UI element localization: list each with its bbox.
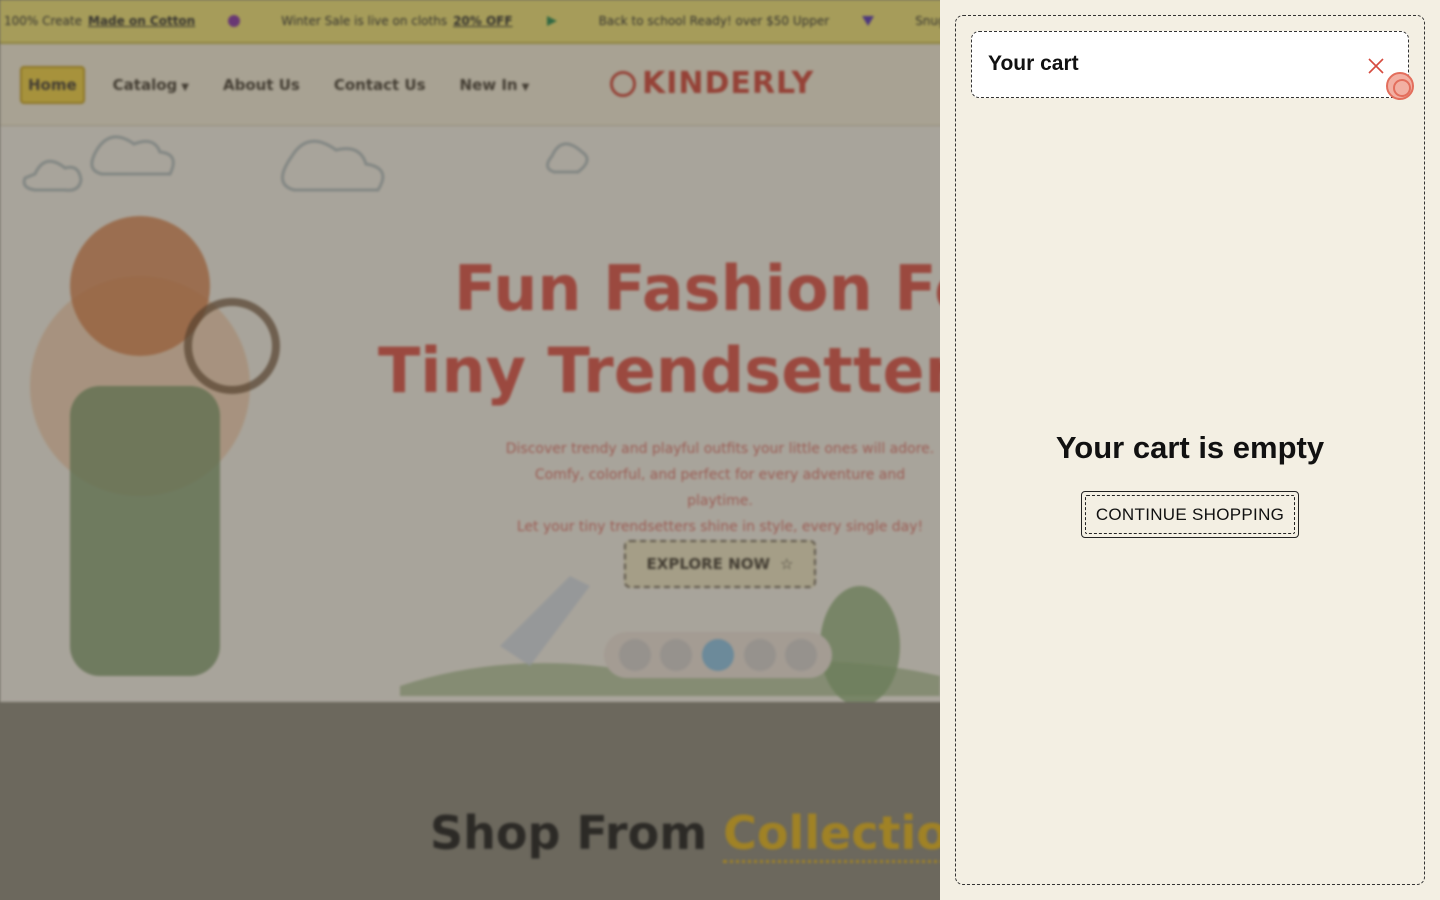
close-cart-button[interactable] bbox=[1366, 56, 1386, 76]
cursor-indicator-icon bbox=[1386, 72, 1414, 100]
cart-drawer: Your cart Your cart is empty CONTINUE SH… bbox=[940, 0, 1440, 900]
close-icon bbox=[1368, 58, 1384, 74]
cart-empty-message: Your cart is empty bbox=[1055, 430, 1325, 465]
cart-title: Your cart bbox=[988, 52, 1079, 75]
continue-shopping-button[interactable]: CONTINUE SHOPPING bbox=[1081, 491, 1299, 538]
cart-drawer-header: Your cart bbox=[971, 31, 1409, 98]
